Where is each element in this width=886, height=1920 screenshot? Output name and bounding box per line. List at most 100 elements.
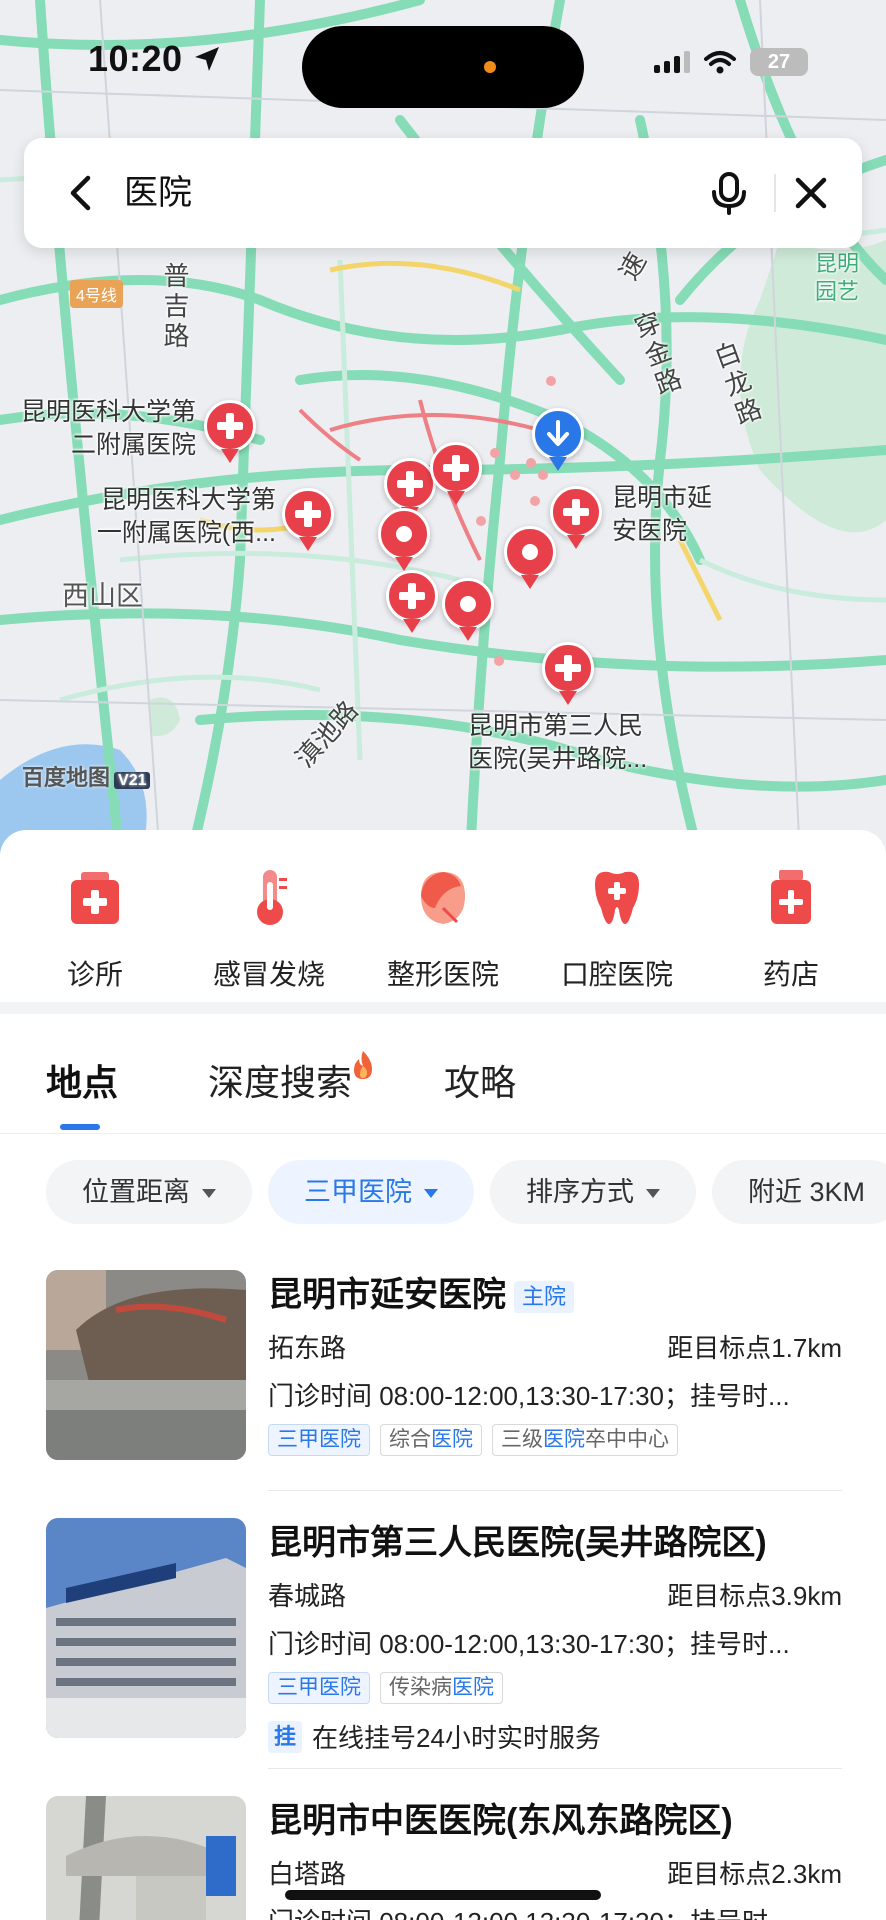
metro-line-tag: 4号线 [70,280,123,308]
tag-stroke-center: 三级医院卒中中心 [492,1424,678,1456]
search-bar[interactable]: 医院 [24,138,862,248]
park-label: 昆明 园艺 [815,251,860,304]
map-pin[interactable] [442,578,494,641]
list-divider [268,1768,842,1769]
tag-tier3a: 三甲医院 [268,1424,370,1456]
hospital-pin[interactable] [542,642,594,705]
back-arrow-icon[interactable] [56,168,106,218]
tag-tier3a: 三甲医院 [268,1672,370,1704]
tab-deep-search[interactable]: 深度搜索 [208,1054,352,1106]
result-hours: 门诊时间 08:00-12:00,13:30-17:30；挂号时... [268,1629,790,1659]
hospital-photo [46,1270,246,1460]
poi-label-yanan[interactable]: 昆明市延 安医院 [612,482,712,548]
map-view[interactable]: 4号线 普吉路 速 穿金路 白龙路 滇池路 昆明 园艺 西山区 昆明医科大学第 … [0,0,886,860]
filter-nearby[interactable]: 附近 3KM [712,1160,886,1224]
result-card[interactable]: 昆明市第三人民医院(吴井路院区) 春城路 距目标点3.9km 门诊时间 08:0… [46,1518,842,1768]
map-dot [538,470,548,480]
poi-label-med-univ-1st[interactable]: 昆明医科大学第 一附属医院(西... [50,484,276,550]
category-label: 口腔医院 [560,959,673,990]
status-time: 10:20 [88,38,221,80]
result-distance: 距目标点1.7km [667,1333,842,1363]
status-time-text: 10:20 [88,38,183,79]
filter-label: 附近 3KM [748,1177,866,1207]
poi-label-third-peoples[interactable]: 昆明市第三人民 医院(吴井路院... [468,710,647,776]
home-indicator[interactable] [285,1890,601,1900]
tab-active-indicator [60,1124,100,1130]
result-distance: 距目标点3.9km [667,1581,842,1611]
tag-text-highlight: 医院 [543,1428,585,1451]
map-dot [490,448,500,458]
close-icon[interactable] [786,168,836,218]
category-clinic[interactable]: 诊所 [15,860,175,1000]
battery-icon: 27 [750,48,808,76]
result-hours: 门诊时间 08:00-12:00,13:30-17:30；挂号时... [268,1381,790,1411]
location-arrow-icon [195,47,220,71]
results-sheet[interactable]: 诊所 感冒发烧 整形医院 口腔医院 药店 地点 深度搜索 攻略 位置距离 三甲医… [0,830,886,1920]
map-dot [510,470,520,480]
search-query[interactable]: 医院 [124,168,192,218]
hospital-pin[interactable] [430,442,482,505]
destination-marker[interactable] [532,408,584,471]
hospital-pin[interactable] [550,486,602,549]
status-right: 27 [654,48,808,76]
road-label-puji: 普吉路 [160,262,190,352]
filter-label: 三甲医院 [304,1177,412,1207]
pin-dot-icon [522,544,538,560]
tab-guides[interactable]: 攻略 [444,1054,516,1106]
microphone-icon[interactable] [704,168,754,218]
medical-cross-icon [295,501,321,527]
category-label: 整形医院 [386,959,499,990]
result-name[interactable]: 昆明市中医医院(东风东路院区) [268,1796,733,1846]
tag-text: 三级 [501,1428,543,1451]
result-card[interactable]: 昆明市中医医院(东风东路院区) 白塔路 距目标点2.3km 门诊时间 08:00… [46,1796,842,1920]
result-name[interactable]: 昆明市延安医院 主院 [268,1270,575,1320]
plastic-surgery-icon [421,872,465,924]
tag-text-highlight: 医院 [452,1676,494,1699]
category-cold-fever[interactable]: 感冒发烧 [189,860,349,1000]
poi-label-med-univ-2nd[interactable]: 昆明医科大学第 二附属医院 [0,396,196,462]
category-dental[interactable]: 口腔医院 [537,860,697,1000]
map-pin[interactable] [504,526,556,589]
online-registration[interactable]: 挂 在线挂号24小时实时服务 [268,1718,601,1755]
map-dot [476,516,486,526]
online-registration-text: 在线挂号24小时实时服务 [312,1723,601,1753]
tag-text: 传染病 [389,1676,452,1699]
filter-tier3a[interactable]: 三甲医院 [268,1160,474,1224]
medical-cross-icon [397,471,423,497]
medical-cross-icon [399,583,425,609]
filter-sort[interactable]: 排序方式 [490,1160,696,1224]
result-tags: 三甲医院 综合医院 三级医院卒中中心 [268,1424,678,1456]
medical-cross-icon [217,413,243,439]
tab-places[interactable]: 地点 [46,1054,118,1106]
map-dot [546,376,556,386]
list-divider [268,1490,842,1491]
filter-row: 位置距离 三甲医院 排序方式 附近 3KM [0,1160,886,1224]
hospital-pin[interactable] [282,488,334,551]
search-divider [774,174,776,212]
registration-badge: 挂 [268,1720,303,1753]
fire-icon [354,1051,372,1079]
watermark-text: 百度地图 [22,765,111,790]
watermark-version: V21 [114,772,151,789]
cellular-signal-icon [654,51,690,73]
map-pin[interactable] [378,508,430,571]
category-pharmacy[interactable]: 药店 [711,860,871,1000]
section-divider [0,1002,886,1014]
result-card[interactable]: 昆明市延安医院 主院 拓东路 距目标点1.7km 门诊时间 08:00-12:00… [46,1270,842,1510]
filter-distance[interactable]: 位置距离 [46,1160,252,1224]
caret-down-icon [424,1189,438,1199]
dynamic-island [302,26,584,108]
map-dot [526,458,536,468]
hospital-pin[interactable] [384,458,436,521]
result-name[interactable]: 昆明市第三人民医院(吴井路院区) [268,1518,767,1568]
hospital-pin[interactable] [204,400,256,463]
medical-cross-icon [563,499,589,525]
category-label: 感冒发烧 [212,959,325,990]
hospital-photo [46,1796,246,1920]
thermometer-icon [257,870,287,925]
medical-cross-icon [555,655,581,681]
category-label: 诊所 [66,959,123,990]
hospital-pin[interactable] [386,570,438,633]
tag-infectious: 传染病医院 [380,1672,503,1704]
category-plastic-surgery[interactable]: 整形医院 [363,860,523,1000]
